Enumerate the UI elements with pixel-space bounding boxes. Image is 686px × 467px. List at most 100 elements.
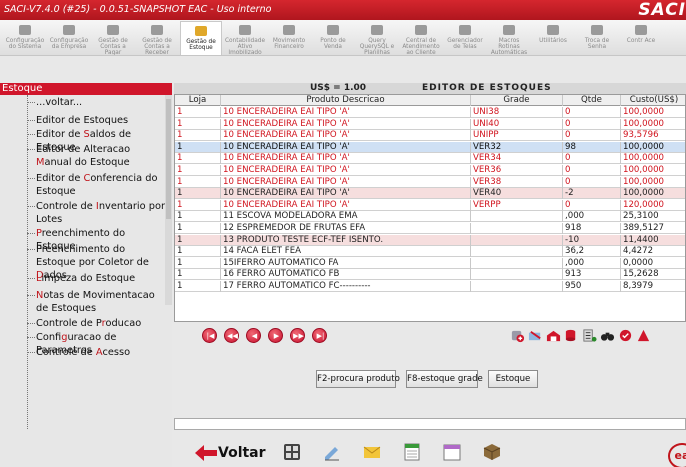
cell-grade[interactable]: UNIPP bbox=[471, 130, 563, 142]
search-product-button[interactable]: F2-procura produto bbox=[316, 370, 400, 388]
toolbar-button-1[interactable]: Configuração da Empresa bbox=[48, 21, 90, 55]
toolbar-button-4[interactable]: Gestão de Estoque bbox=[180, 21, 222, 55]
column-header-loja[interactable]: Loja bbox=[175, 95, 221, 106]
cell-custo[interactable]: 0,0000 bbox=[621, 258, 685, 269]
cell-qtde[interactable]: 0 bbox=[563, 107, 621, 118]
table-row[interactable]: 1 12 ESPREMEDOR DE FRUTAS EFA 918 389,5127 bbox=[175, 223, 685, 234]
table-row[interactable]: 1 10 ENCERADEIRA EAI TIPO 'A' VER34 0 100,00… bbox=[175, 153, 685, 165]
calculator-icon[interactable] bbox=[282, 442, 302, 462]
toolbar-button-7[interactable]: Ponto de Venda bbox=[312, 21, 354, 55]
cell-qtde[interactable]: -2 bbox=[563, 188, 621, 200]
last-record-button[interactable]: ▶| bbox=[312, 328, 327, 343]
cell-grade[interactable]: VER36 bbox=[471, 165, 563, 176]
report-icon[interactable] bbox=[618, 328, 633, 343]
cell-custo[interactable]: 100,0000 bbox=[621, 142, 685, 153]
print-icon[interactable] bbox=[636, 328, 651, 343]
toolbar-button-5[interactable]: Contabilidade Ativo Imobilizado bbox=[224, 21, 266, 55]
cell-custo[interactable]: 100,0000 bbox=[621, 188, 685, 199]
cell-produto[interactable]: 10 ENCERADEIRA EAI TIPO 'A' bbox=[221, 153, 471, 165]
cell-loja[interactable]: 1 bbox=[175, 176, 221, 188]
toolbar-button-8[interactable]: Query QuerySQL e Planilhas bbox=[356, 21, 398, 55]
cell-loja[interactable]: 1 bbox=[175, 223, 221, 234]
tree-scrollbar[interactable] bbox=[165, 95, 172, 305]
cell-loja[interactable]: 1 bbox=[175, 234, 221, 246]
toolbar-button-3[interactable]: Gestão de Contas a Receber bbox=[136, 21, 178, 55]
calendar-icon[interactable] bbox=[442, 442, 462, 462]
cell-loja[interactable]: 1 bbox=[175, 257, 221, 269]
cell-produto[interactable]: 17 FERRO AUTOMATICO FC---------- bbox=[221, 281, 471, 292]
cell-produto[interactable]: 10 ENCERADEIRA EAI TIPO 'A' bbox=[221, 130, 471, 142]
cell-loja[interactable]: 1 bbox=[175, 165, 221, 176]
cell-qtde[interactable]: ,000 bbox=[563, 211, 621, 223]
tree-item-3[interactable]: Editor de Alteracao Manual do Estoque bbox=[36, 143, 166, 169]
next-record-button[interactable]: ▶ bbox=[268, 328, 283, 343]
table-row[interactable]: 1 15IFERRO AUTOMATICO FA ,000 0,0000 bbox=[175, 257, 685, 269]
cell-grade[interactable] bbox=[471, 269, 563, 281]
table-row[interactable]: 1 10 ENCERADEIRA EAI TIPO 'A' VER40 -2 100,0… bbox=[175, 188, 685, 200]
next-page-button[interactable]: ▶▶ bbox=[290, 328, 305, 343]
cell-custo[interactable]: 100,0000 bbox=[621, 177, 685, 188]
warehouse-icon[interactable] bbox=[546, 328, 561, 343]
cell-custo[interactable]: 11,4400 bbox=[621, 235, 685, 246]
table-row[interactable]: 1 16 FERRO AUTOMATICO FB 913 15,2628 bbox=[175, 269, 685, 281]
binoculars-icon[interactable] bbox=[600, 328, 615, 343]
table-row[interactable]: 1 10 ENCERADEIRA EAI TIPO 'A' UNI38 0 100,00… bbox=[175, 107, 685, 118]
cell-produto[interactable]: 10 ENCERADEIRA EAI TIPO 'A' bbox=[221, 188, 471, 200]
cell-custo[interactable]: 15,2628 bbox=[621, 269, 685, 280]
cell-produto[interactable]: 15IFERRO AUTOMATICO FA bbox=[221, 257, 471, 269]
toolbar-button-9[interactable]: Central de Atendimento ao Cliente bbox=[400, 21, 442, 55]
cell-custo[interactable]: 8,3979 bbox=[621, 281, 685, 292]
cell-qtde[interactable]: -10 bbox=[563, 234, 621, 246]
toolbar-button-0[interactable]: Configuração do Sistema bbox=[4, 21, 46, 55]
tree-item-5[interactable]: Controle de Inventario por Lotes bbox=[36, 200, 166, 226]
cell-produto[interactable]: 11 ESCOVA MODELADORA EMA bbox=[221, 211, 471, 223]
cell-grade[interactable]: VER32 bbox=[471, 141, 563, 153]
cell-custo[interactable]: 4,4272 bbox=[621, 246, 685, 257]
tree-item-1[interactable]: Editor de Estoques bbox=[36, 114, 166, 127]
cell-qtde[interactable]: 0 bbox=[563, 165, 621, 176]
cell-loja[interactable]: 1 bbox=[175, 211, 221, 223]
table-row[interactable]: 1 17 FERRO AUTOMATICO FC---------- 950 8,39… bbox=[175, 281, 685, 292]
mail-icon[interactable] bbox=[362, 442, 382, 462]
cell-qtde[interactable]: 98 bbox=[563, 141, 621, 153]
toolbar-button-11[interactable]: Macros Rotinas Automáticas bbox=[488, 21, 530, 55]
cell-grade[interactable]: VER38 bbox=[471, 176, 563, 188]
cell-custo[interactable]: 120,0000 bbox=[621, 200, 685, 211]
cell-loja[interactable]: 1 bbox=[175, 107, 221, 118]
cell-custo[interactable]: 25,3100 bbox=[621, 211, 685, 222]
cell-loja[interactable]: 1 bbox=[175, 153, 221, 165]
table-row[interactable]: 1 13 PRODUTO TESTE ECF-TEF ISENTO. -10 11,4… bbox=[175, 234, 685, 246]
table-row[interactable]: 1 10 ENCERADEIRA EAI TIPO 'A' UNI40 0 100,00… bbox=[175, 118, 685, 130]
cell-grade[interactable] bbox=[471, 281, 563, 292]
column-header-custo[interactable]: Custo(US$) bbox=[621, 95, 685, 106]
cell-grade[interactable]: UNI38 bbox=[471, 107, 563, 118]
cell-custo[interactable]: 389,5127 bbox=[621, 223, 685, 234]
cell-grade[interactable] bbox=[471, 211, 563, 223]
cell-qtde[interactable]: 950 bbox=[563, 281, 621, 292]
column-header-grade[interactable]: Grade bbox=[471, 95, 563, 106]
cell-grade[interactable]: VERPP bbox=[471, 199, 563, 211]
cell-produto[interactable]: 13 PRODUTO TESTE ECF-TEF ISENTO. bbox=[221, 234, 471, 246]
cell-qtde[interactable]: 918 bbox=[563, 223, 621, 234]
cell-produto[interactable]: 10 ENCERADEIRA EAI TIPO 'A' bbox=[221, 141, 471, 153]
cell-produto[interactable]: 10 ENCERADEIRA EAI TIPO 'A' bbox=[221, 176, 471, 188]
spreadsheet-icon[interactable] bbox=[402, 442, 422, 462]
cell-grade[interactable]: UNI40 bbox=[471, 118, 563, 130]
prev-page-button[interactable]: ◀◀ bbox=[224, 328, 239, 343]
cell-custo[interactable]: 93,5796 bbox=[621, 130, 685, 141]
cell-qtde[interactable]: 0 bbox=[563, 118, 621, 130]
table-row[interactable]: 1 10 ENCERADEIRA EAI TIPO 'A' VERPP 0 120,00… bbox=[175, 199, 685, 211]
toolbar-button-13[interactable]: Troca de Senha bbox=[576, 21, 618, 55]
cell-custo[interactable]: 100,0000 bbox=[621, 165, 685, 176]
cell-produto[interactable]: 16 FERRO AUTOMATICO FB bbox=[221, 269, 471, 281]
tree-item-8[interactable]: Limpeza do Estoque bbox=[36, 272, 166, 285]
toolbar-button-12[interactable]: Utilitários bbox=[532, 21, 574, 55]
cell-qtde[interactable]: ,000 bbox=[563, 257, 621, 269]
cell-loja[interactable]: 1 bbox=[175, 141, 221, 153]
prev-record-button[interactable]: ◀ bbox=[246, 328, 261, 343]
add-item-icon[interactable] bbox=[510, 328, 525, 343]
package-icon[interactable] bbox=[482, 442, 502, 462]
toolbar-button-14[interactable]: Contr Ace bbox=[620, 21, 662, 55]
first-record-button[interactable]: |◀ bbox=[202, 328, 217, 343]
cell-grade[interactable]: VER40 bbox=[471, 188, 563, 200]
